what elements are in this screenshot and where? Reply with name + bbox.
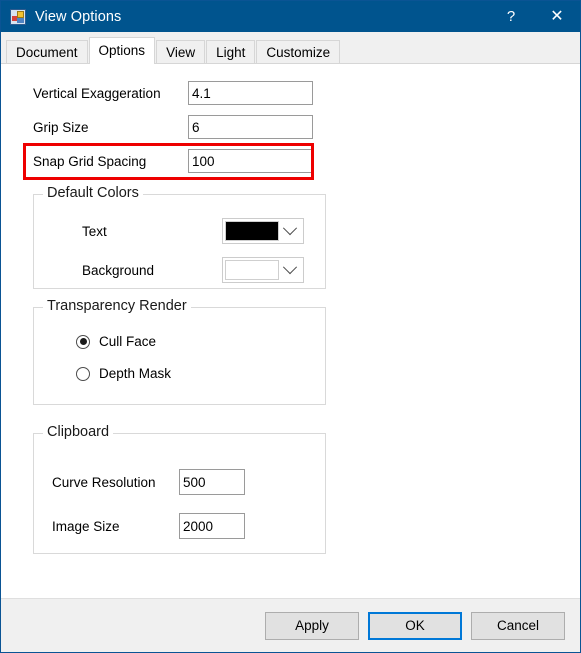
default-text-color-label: Text xyxy=(82,223,107,239)
chevron-down-icon xyxy=(279,221,301,236)
radio-cull-face[interactable]: Cull Face xyxy=(76,334,156,349)
radio-cull-face-label: Cull Face xyxy=(99,334,157,349)
vertical-exaggeration-label: Vertical Exaggeration xyxy=(33,85,161,101)
title-bar: View Options ? ✕ xyxy=(1,1,580,32)
tab-document[interactable]: Document xyxy=(6,40,88,64)
snap-grid-spacing-input[interactable]: 100 xyxy=(188,149,313,173)
tab-light[interactable]: Light xyxy=(206,40,256,64)
text-color-swatch xyxy=(225,221,279,241)
curve-resolution-row: Curve Resolution 500 xyxy=(52,469,245,495)
snap-grid-spacing-label: Snap Grid Spacing xyxy=(33,153,147,169)
default-text-color-row: Text xyxy=(82,218,304,244)
clipboard-group-title: Clipboard xyxy=(43,424,114,440)
radio-cull-face-indicator xyxy=(76,334,90,349)
cancel-button[interactable]: Cancel xyxy=(471,611,565,640)
radio-depth-mask-indicator xyxy=(76,366,90,381)
image-size-label: Image Size xyxy=(52,518,120,534)
tab-customize[interactable]: Customize xyxy=(256,40,341,64)
tab-strip: Document Options View Light Customize xyxy=(1,37,580,64)
tab-strip-container: Document Options View Light Customize xyxy=(1,32,580,64)
ok-button[interactable]: OK xyxy=(368,611,462,640)
background-color-swatch xyxy=(225,260,279,280)
grip-size-label: Grip Size xyxy=(33,119,89,135)
snap-grid-spacing-row: Snap Grid Spacing 100 xyxy=(33,149,313,173)
app-window-icon xyxy=(10,8,26,25)
grip-size-row: Grip Size 6 xyxy=(33,115,313,139)
grip-size-input[interactable]: 6 xyxy=(188,115,313,139)
chevron-down-icon xyxy=(279,260,301,275)
radio-depth-mask[interactable]: Depth Mask xyxy=(76,366,171,381)
window-title: View Options xyxy=(35,8,122,25)
dialog-footer: Apply OK Cancel xyxy=(1,598,580,652)
view-options-dialog: View Options ? ✕ Document Options View L… xyxy=(0,0,581,653)
close-icon[interactable]: ✕ xyxy=(534,1,580,32)
default-text-color-dropdown[interactable] xyxy=(222,218,304,244)
default-colors-group-title: Default Colors xyxy=(43,185,143,201)
transparency-render-group: Transparency Render Cull Face Depth Mask xyxy=(33,298,326,405)
clipboard-group: Clipboard Curve Resolution 500 Image Siz… xyxy=(33,424,326,554)
curve-resolution-label: Curve Resolution xyxy=(52,474,156,490)
apply-button[interactable]: Apply xyxy=(265,611,359,640)
default-background-color-dropdown[interactable] xyxy=(222,257,304,283)
vertical-exaggeration-row: Vertical Exaggeration 4.1 xyxy=(33,81,313,105)
tab-options[interactable]: Options xyxy=(88,37,156,64)
options-tab-page: Vertical Exaggeration 4.1 Grip Size 6 Sn… xyxy=(1,63,580,598)
vertical-exaggeration-input[interactable]: 4.1 xyxy=(188,81,313,105)
radio-depth-mask-label: Depth Mask xyxy=(99,366,172,381)
tab-view[interactable]: View xyxy=(156,40,206,64)
default-background-color-label: Background xyxy=(82,262,155,278)
image-size-input[interactable]: 2000 xyxy=(179,513,245,539)
image-size-row: Image Size 2000 xyxy=(52,513,245,539)
curve-resolution-input[interactable]: 500 xyxy=(179,469,245,495)
default-background-color-row: Background xyxy=(82,257,304,283)
transparency-render-group-title: Transparency Render xyxy=(43,298,191,314)
help-button[interactable]: ? xyxy=(488,1,534,32)
default-colors-group: Default Colors Text Background xyxy=(33,185,326,289)
